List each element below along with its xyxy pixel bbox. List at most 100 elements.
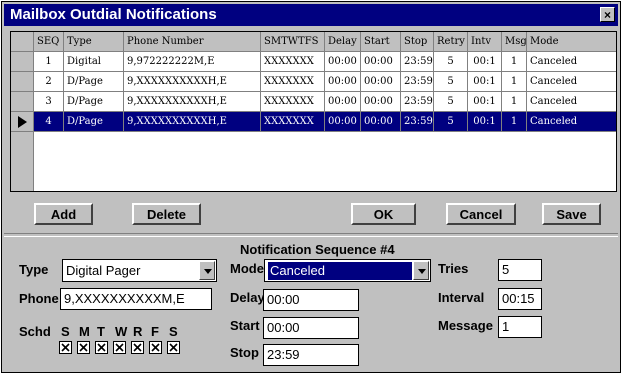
table-cell[interactable]: 1 xyxy=(502,92,527,112)
stop-field[interactable]: 23:59 xyxy=(263,344,359,366)
day-checkbox-fri[interactable] xyxy=(149,341,162,354)
stop-label: Stop xyxy=(230,345,259,360)
x-check-icon xyxy=(169,343,178,352)
table-cell[interactable]: 2 xyxy=(34,72,64,92)
close-icon: × xyxy=(603,8,611,22)
table-cell[interactable]: 9,XXXXXXXXXXH,E xyxy=(124,112,261,132)
table-cell[interactable]: XXXXXXX xyxy=(261,112,325,132)
table-cell[interactable]: 23:59 xyxy=(401,92,434,112)
grid-corner xyxy=(11,32,34,52)
column-header-intv[interactable]: Intv xyxy=(468,32,502,52)
table-cell[interactable]: 1 xyxy=(502,52,527,72)
column-header-retry[interactable]: Retry xyxy=(434,32,468,52)
table-cell[interactable]: XXXXXXX xyxy=(261,52,325,72)
interval-field[interactable]: 00:15 xyxy=(498,288,542,310)
outdial-window: Mailbox Outdial Notifications × SEQ Type P… xyxy=(1,1,621,373)
ok-button[interactable]: OK xyxy=(351,203,416,225)
type-label: Type xyxy=(19,262,49,277)
table-cell[interactable]: 4 xyxy=(34,112,64,132)
table-cell[interactable]: 00:00 xyxy=(325,92,361,112)
table-cell[interactable]: 9,XXXXXXXXXXH,E xyxy=(124,72,261,92)
row-selector[interactable] xyxy=(11,72,34,92)
table-cell[interactable]: XXXXXXX xyxy=(261,72,325,92)
table-cell[interactable]: 5 xyxy=(434,72,468,92)
column-header-msg[interactable]: Msg xyxy=(502,32,527,52)
column-header-start[interactable]: Start xyxy=(361,32,401,52)
start-field[interactable]: 00:00 xyxy=(263,317,359,339)
table-cell[interactable]: D/Page xyxy=(64,112,124,132)
table-cell[interactable]: 3 xyxy=(34,92,64,112)
table-cell[interactable]: XXXXXXX xyxy=(261,92,325,112)
x-check-icon xyxy=(97,343,106,352)
type-value: Digital Pager xyxy=(66,263,141,278)
tries-label: Tries xyxy=(438,261,469,276)
column-header-mode[interactable]: Mode xyxy=(527,32,616,52)
column-header-type[interactable]: Type xyxy=(64,32,124,52)
mode-select[interactable]: Canceled xyxy=(264,259,431,282)
table-cell[interactable]: 00:1 xyxy=(468,72,502,92)
table-cell[interactable]: 23:59 xyxy=(401,112,434,132)
type-select[interactable]: Digital Pager xyxy=(62,259,217,282)
day-checkbox-thu[interactable] xyxy=(131,341,144,354)
chevron-down-icon[interactable] xyxy=(199,261,215,280)
save-button[interactable]: Save xyxy=(542,203,601,225)
day-checkbox-tue[interactable] xyxy=(95,341,108,354)
row-selector[interactable] xyxy=(11,52,34,72)
table-cell[interactable]: 23:59 xyxy=(401,72,434,92)
column-header-stop[interactable]: Stop xyxy=(401,32,434,52)
x-check-icon xyxy=(115,343,124,352)
table-cell[interactable]: Canceled xyxy=(527,52,616,72)
table-cell[interactable]: 1 xyxy=(34,52,64,72)
x-check-icon xyxy=(151,343,160,352)
table-cell[interactable]: 23:59 xyxy=(401,52,434,72)
table-cell[interactable]: 00:00 xyxy=(325,72,361,92)
table-cell[interactable]: 9,XXXXXXXXXXH,E xyxy=(124,92,261,112)
day-checkbox-sun[interactable] xyxy=(59,341,72,354)
tries-field[interactable]: 5 xyxy=(498,259,542,281)
message-field[interactable]: 1 xyxy=(498,316,542,338)
section-divider xyxy=(4,233,618,237)
mode-label: Mode xyxy=(230,261,264,276)
column-header-phonenumber[interactable]: Phone Number xyxy=(124,32,261,52)
table-cell[interactable]: Canceled xyxy=(527,92,616,112)
table-cell[interactable]: 00:1 xyxy=(468,52,502,72)
table-cell[interactable]: 1 xyxy=(502,72,527,92)
table-cell[interactable]: 00:00 xyxy=(361,72,401,92)
table-cell[interactable]: 00:00 xyxy=(361,52,401,72)
day-checkbox-wed[interactable] xyxy=(113,341,126,354)
close-button[interactable]: × xyxy=(600,7,615,22)
table-cell[interactable]: 00:00 xyxy=(361,92,401,112)
table-cell[interactable]: 00:1 xyxy=(468,112,502,132)
delete-button[interactable]: Delete xyxy=(132,203,201,225)
table-cell[interactable]: Canceled xyxy=(527,72,616,92)
cancel-button[interactable]: Cancel xyxy=(446,203,516,225)
day-checkbox-mon[interactable] xyxy=(77,341,90,354)
column-header-smtwtfs[interactable]: SMTWTFS xyxy=(261,32,325,52)
table-cell[interactable]: 00:00 xyxy=(325,112,361,132)
table-cell[interactable]: 00:1 xyxy=(468,92,502,112)
table-cell[interactable]: 5 xyxy=(434,92,468,112)
table-cell[interactable]: 9,972222222M,E xyxy=(124,52,261,72)
day-label-fri: F xyxy=(151,324,159,339)
row-pointer-icon xyxy=(18,116,27,128)
table-cell[interactable]: 5 xyxy=(434,52,468,72)
table-cell[interactable]: 1 xyxy=(502,112,527,132)
day-label-thu: R xyxy=(133,324,143,339)
table-cell[interactable]: 5 xyxy=(434,112,468,132)
table-cell[interactable]: D/Page xyxy=(64,72,124,92)
table-cell[interactable]: D/Page xyxy=(64,92,124,112)
add-button[interactable]: Add xyxy=(34,203,93,225)
table-cell[interactable]: Canceled xyxy=(527,112,616,132)
table-cell[interactable]: Digital xyxy=(64,52,124,72)
phone-field[interactable]: 9,XXXXXXXXXXM,E xyxy=(60,288,212,310)
notification-grid[interactable]: SEQ Type Phone Number SMTWTFS Delay Start Stop… xyxy=(10,31,617,192)
chevron-down-icon[interactable] xyxy=(413,261,429,280)
row-selector[interactable] xyxy=(11,92,34,112)
column-header-delay[interactable]: Delay xyxy=(325,32,361,52)
delay-field[interactable]: 00:00 xyxy=(263,289,359,311)
table-cell[interactable]: 00:00 xyxy=(361,112,401,132)
row-selector[interactable] xyxy=(11,112,34,132)
day-checkbox-sat[interactable] xyxy=(167,341,180,354)
column-header-seq[interactable]: SEQ xyxy=(34,32,64,52)
table-cell[interactable]: 00:00 xyxy=(325,52,361,72)
